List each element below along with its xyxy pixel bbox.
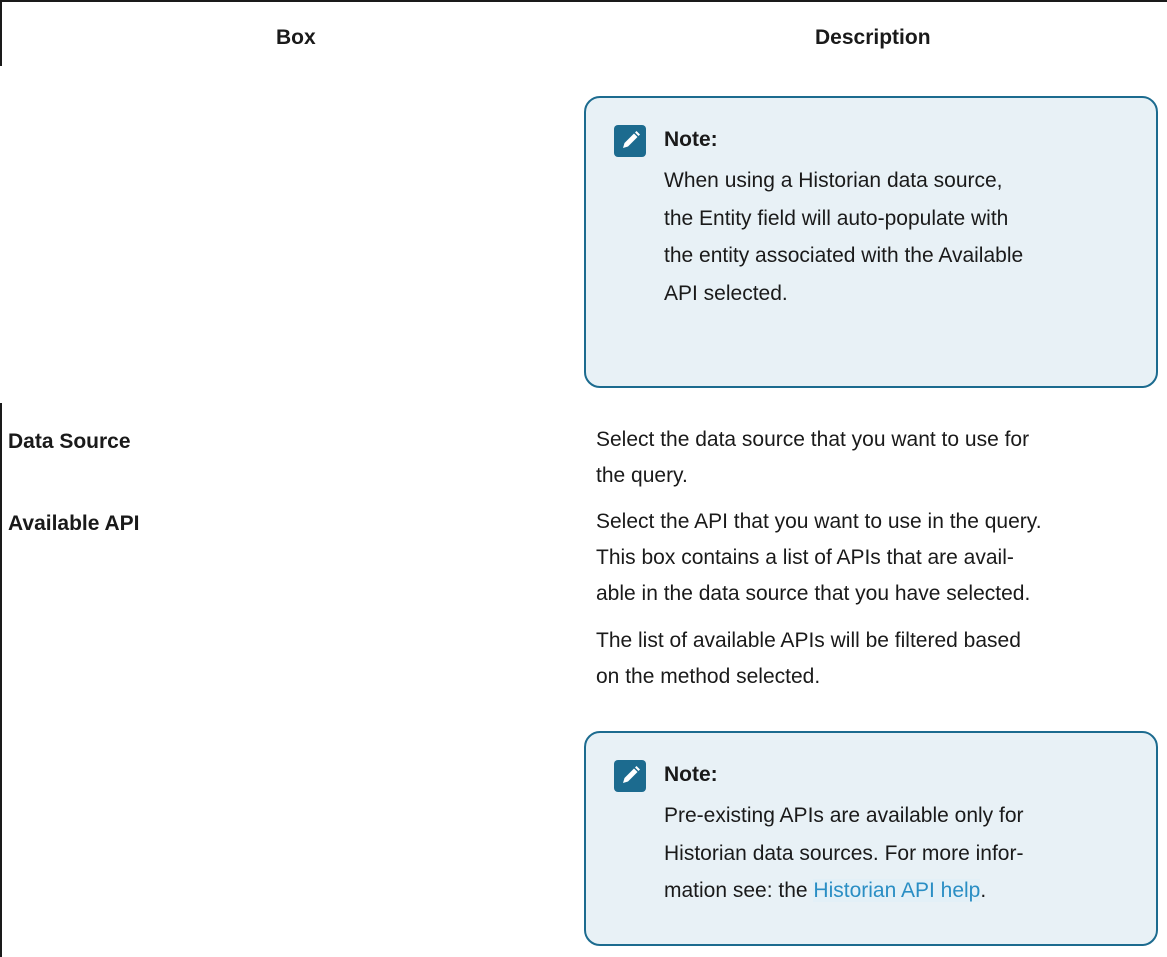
table-left-border (0, 0, 2, 66)
historian-api-help-link[interactable]: Historian API help (813, 879, 981, 902)
row-description-available-api: Select the API that you want to use in t… (596, 504, 1161, 612)
note-line: Historian data sources. For more infor- (664, 841, 1024, 865)
note-title: Note: (664, 763, 718, 786)
note-title: Note: (664, 128, 718, 151)
note-box: Note: When using a Historian data source… (584, 96, 1158, 388)
description-line: able in the data source that you have se… (596, 582, 1031, 605)
description-line: the query. (596, 464, 688, 487)
description-line: Select the API that you want to use in t… (596, 510, 1042, 533)
note-line: the entity associated with the Available (664, 244, 1024, 267)
note-box: Note: Pre-existing APIs are available on… (584, 731, 1158, 946)
column-header-box: Box (276, 26, 316, 49)
description-line: This box contains a list of APIs that ar… (596, 546, 1014, 569)
description-line: The list of available APIs will be filte… (596, 629, 1021, 652)
table-left-border (0, 403, 2, 957)
note-line: the Entity field will auto-populate with (664, 206, 1009, 230)
pencil-note-icon (614, 760, 646, 792)
note-text: Pre-existing APIs are available only for… (664, 797, 1144, 910)
description-line: on the method selected. (596, 665, 821, 688)
note-line: mation see: the Historian API help. (664, 872, 1144, 910)
document-page: Box Description Note: When using a Histo… (0, 0, 1167, 957)
pencil-note-icon (614, 125, 646, 157)
note-line-prefix: mation see: the (664, 879, 814, 902)
note-line: When using a Historian data source, (664, 169, 1003, 192)
row-label-data-source: Data Source (8, 430, 131, 453)
note-line: Pre-existing APIs are available only for (664, 804, 1024, 827)
description-line: Select the data source that you want to … (596, 428, 1030, 451)
row-description-data-source: Select the data source that you want to … (596, 422, 1161, 494)
table-top-border (0, 0, 1167, 2)
column-header-description: Description (815, 26, 931, 49)
row-label-available-api: Available API (8, 512, 140, 535)
note-line: API selected. (664, 281, 788, 305)
row-description-available-api-filter: The list of available APIs will be filte… (596, 623, 1161, 695)
note-text: When using a Historian data source, the … (664, 162, 1144, 312)
note-line-suffix: . (980, 879, 987, 902)
